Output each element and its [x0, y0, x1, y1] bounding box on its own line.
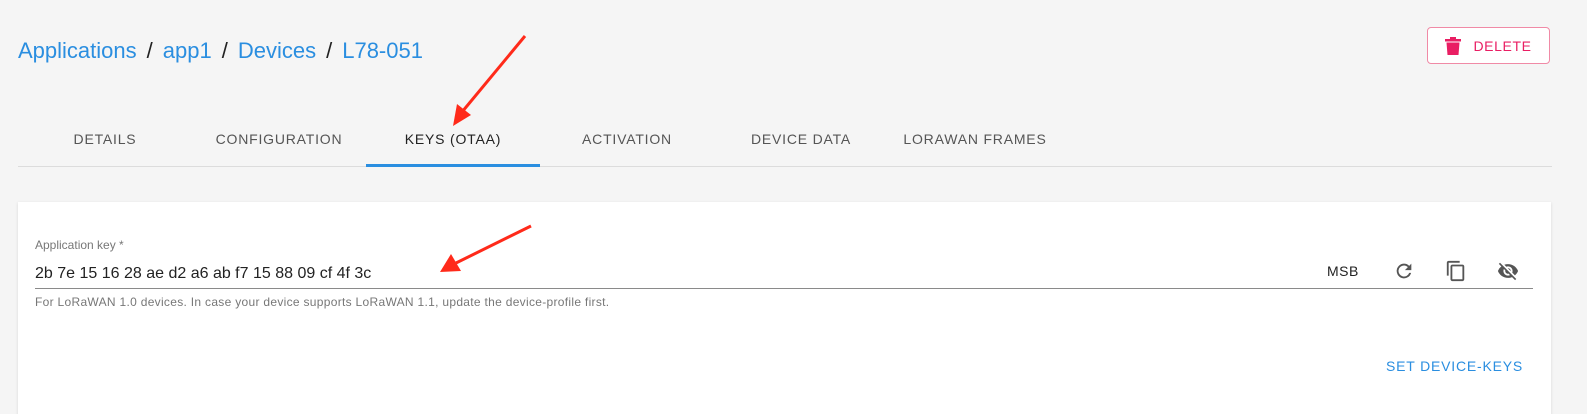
- delete-button-label: DELETE: [1473, 37, 1532, 54]
- copy-button[interactable]: [1443, 258, 1469, 284]
- app-key-helper-text: For LoRaWAN 1.0 devices. In case your de…: [35, 295, 610, 309]
- tab-keys-otaa[interactable]: KEYS (OTAA): [366, 112, 540, 166]
- breadcrumb-separator: /: [326, 38, 333, 63]
- keys-form-card: Application key * MSB For LoRaWAN 1.0 de…: [18, 202, 1551, 414]
- breadcrumb-devices[interactable]: Devices: [238, 38, 316, 64]
- set-device-keys-button[interactable]: SET DEVICE-KEYS: [1386, 358, 1523, 374]
- refresh-button[interactable]: [1391, 258, 1417, 284]
- active-tab-indicator: [366, 164, 540, 167]
- trash-icon: [1445, 36, 1462, 55]
- breadcrumb-separator: /: [146, 38, 153, 63]
- tab-bar: DETAILS CONFIGURATION KEYS (OTAA) ACTIVA…: [18, 112, 1552, 167]
- app-key-input[interactable]: [35, 260, 1533, 289]
- delete-button[interactable]: DELETE: [1427, 27, 1550, 64]
- breadcrumb-separator: /: [221, 38, 228, 63]
- app-key-label: Application key *: [35, 238, 124, 252]
- byte-order-toggle[interactable]: MSB: [1327, 263, 1359, 279]
- visibility-off-icon: [1497, 262, 1519, 281]
- breadcrumb-app1[interactable]: app1: [163, 38, 212, 64]
- tab-activation[interactable]: ACTIVATION: [540, 112, 714, 166]
- tab-lorawan-frames[interactable]: LORAWAN FRAMES: [888, 112, 1062, 166]
- tab-configuration[interactable]: CONFIGURATION: [192, 112, 366, 166]
- tab-details[interactable]: DETAILS: [18, 112, 192, 166]
- breadcrumb-device-name[interactable]: L78-051: [342, 38, 423, 64]
- visibility-toggle-button[interactable]: [1495, 258, 1521, 284]
- refresh-icon: [1396, 263, 1412, 279]
- tab-device-data[interactable]: DEVICE DATA: [714, 112, 888, 166]
- page: Applications / app1 / Devices / L78-051 …: [0, 0, 1587, 414]
- breadcrumb: Applications / app1 / Devices / L78-051: [18, 38, 423, 64]
- copy-icon: [1446, 260, 1465, 282]
- breadcrumb-applications[interactable]: Applications: [18, 38, 137, 64]
